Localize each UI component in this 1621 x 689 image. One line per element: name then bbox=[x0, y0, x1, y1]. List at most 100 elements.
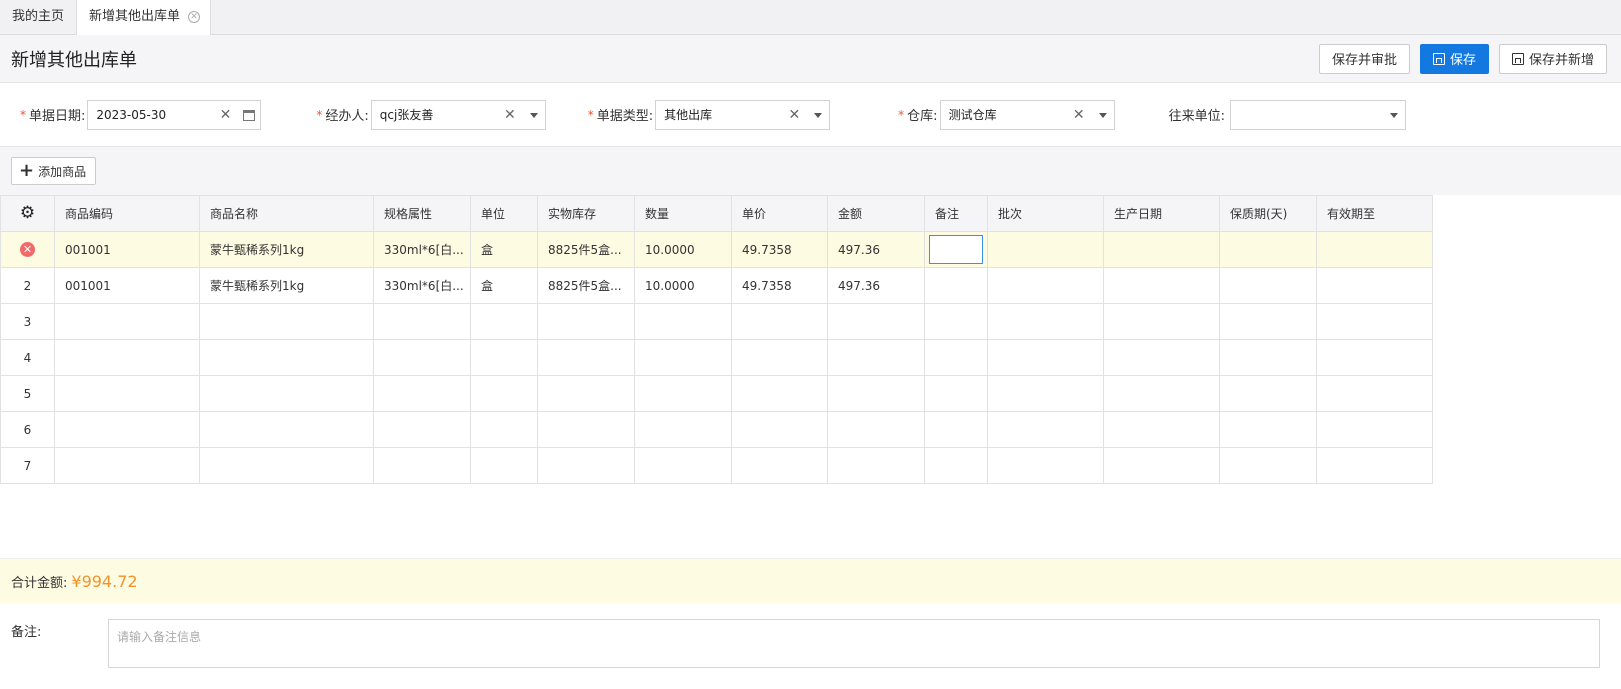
cell-unit[interactable] bbox=[470, 375, 538, 412]
cell-spec[interactable]: 330ml*6[白... bbox=[373, 267, 471, 304]
chevron-down-icon[interactable] bbox=[529, 112, 538, 118]
cell-remark[interactable] bbox=[924, 375, 988, 412]
chevron-down-icon[interactable] bbox=[1098, 112, 1107, 118]
chevron-down-icon[interactable] bbox=[1389, 112, 1398, 118]
cell-name[interactable] bbox=[199, 303, 374, 340]
cell-amount[interactable] bbox=[827, 411, 925, 448]
cell-price[interactable] bbox=[731, 339, 828, 376]
cell-batch[interactable] bbox=[987, 267, 1104, 304]
date-input[interactable]: 2023-05-30 ✕ bbox=[87, 99, 262, 130]
cell-shelf-life[interactable] bbox=[1219, 447, 1317, 484]
clear-icon[interactable]: ✕ bbox=[504, 107, 516, 123]
cell-expiry[interactable] bbox=[1316, 303, 1433, 340]
cell-unit[interactable] bbox=[470, 447, 538, 484]
cell-unit[interactable]: 盒 bbox=[470, 231, 538, 268]
cell-price[interactable]: 49.7358 bbox=[731, 267, 828, 304]
cell-price[interactable] bbox=[731, 447, 828, 484]
cell-batch[interactable] bbox=[987, 375, 1104, 412]
clear-icon[interactable]: ✕ bbox=[788, 107, 800, 123]
cell-mfg-date[interactable] bbox=[1103, 447, 1220, 484]
cell-price[interactable] bbox=[731, 375, 828, 412]
cell-expiry[interactable] bbox=[1316, 411, 1433, 448]
tab-new-other-outbound[interactable]: 新增其他出库单 ✕ bbox=[76, 0, 212, 35]
cell-code[interactable] bbox=[54, 447, 200, 484]
cell-amount[interactable] bbox=[827, 303, 925, 340]
cell-name[interactable]: 蒙牛甄稀系列1kg bbox=[199, 231, 374, 268]
cell-mfg-date[interactable] bbox=[1103, 303, 1220, 340]
cell-qty[interactable]: 10.0000 bbox=[634, 231, 732, 268]
cell-batch[interactable] bbox=[987, 303, 1104, 340]
cell-unit[interactable]: 盒 bbox=[470, 267, 538, 304]
cell-amount[interactable]: 497.36 bbox=[827, 231, 925, 268]
cell-code[interactable] bbox=[54, 303, 200, 340]
table-row[interactable]: 2 001001 蒙牛甄稀系列1kg 330ml*6[白... 盒 8825件5… bbox=[0, 267, 1433, 304]
remark-textarea[interactable] bbox=[108, 619, 1600, 668]
cell-expiry[interactable] bbox=[1316, 231, 1433, 268]
cell-shelf-life[interactable] bbox=[1219, 303, 1317, 340]
save-and-new-button[interactable]: 保存并新增 bbox=[1498, 43, 1607, 74]
cell-spec[interactable] bbox=[373, 447, 471, 484]
add-goods-button[interactable]: + 添加商品 bbox=[11, 157, 97, 185]
cell-batch[interactable] bbox=[987, 447, 1104, 484]
cell-qty[interactable] bbox=[634, 375, 732, 412]
gear-icon[interactable]: ⚙ bbox=[20, 205, 35, 222]
cell-amount[interactable] bbox=[827, 339, 925, 376]
cell-spec[interactable] bbox=[373, 339, 471, 376]
cell-batch[interactable] bbox=[987, 411, 1104, 448]
cell-mfg-date[interactable] bbox=[1103, 375, 1220, 412]
row-delete-cell[interactable]: ✕ bbox=[0, 231, 55, 268]
cell-expiry[interactable] bbox=[1316, 267, 1433, 304]
clear-icon[interactable]: ✕ bbox=[220, 107, 232, 123]
table-row[interactable]: 3 bbox=[0, 303, 1433, 340]
save-button[interactable]: 保存 bbox=[1419, 43, 1489, 74]
cell-expiry[interactable] bbox=[1316, 447, 1433, 484]
clear-icon[interactable]: ✕ bbox=[1073, 107, 1085, 123]
cell-price[interactable] bbox=[731, 303, 828, 340]
tab-home[interactable]: 我的主页 bbox=[0, 0, 76, 34]
cell-mfg-date[interactable] bbox=[1103, 411, 1220, 448]
table-row[interactable]: 5 bbox=[0, 375, 1433, 412]
cell-code[interactable] bbox=[54, 339, 200, 376]
cell-remark[interactable] bbox=[924, 447, 988, 484]
save-and-approve-button[interactable]: 保存并审批 bbox=[1318, 43, 1410, 74]
cell-remark[interactable] bbox=[924, 267, 988, 304]
doc-type-select[interactable]: 其他出库 ✕ bbox=[655, 99, 831, 130]
cell-spec[interactable] bbox=[373, 303, 471, 340]
cell-amount[interactable]: 497.36 bbox=[827, 267, 925, 304]
cell-mfg-date[interactable] bbox=[1103, 339, 1220, 376]
cell-qty[interactable] bbox=[634, 447, 732, 484]
cell-qty[interactable] bbox=[634, 411, 732, 448]
cell-shelf-life[interactable] bbox=[1219, 411, 1317, 448]
handler-select[interactable]: qcj张友善 ✕ bbox=[370, 99, 546, 130]
cell-code[interactable]: 001001 bbox=[54, 231, 200, 268]
cell-name[interactable] bbox=[199, 411, 374, 448]
cell-batch[interactable] bbox=[987, 339, 1104, 376]
table-row[interactable]: ✕ 001001 蒙牛甄稀系列1kg 330ml*6[白... 盒 8825件5… bbox=[0, 231, 1433, 268]
cell-shelf-life[interactable] bbox=[1219, 231, 1317, 268]
cell-expiry[interactable] bbox=[1316, 375, 1433, 412]
warehouse-select[interactable]: 测试仓库 ✕ bbox=[939, 99, 1115, 130]
cell-code[interactable] bbox=[54, 411, 200, 448]
cell-name[interactable] bbox=[199, 375, 374, 412]
cell-mfg-date[interactable] bbox=[1103, 231, 1220, 268]
cell-name[interactable] bbox=[199, 339, 374, 376]
cell-remark[interactable] bbox=[924, 303, 988, 340]
cell-spec[interactable]: 330ml*6[白... bbox=[373, 231, 471, 268]
table-row[interactable]: 4 bbox=[0, 339, 1433, 376]
cell-name[interactable]: 蒙牛甄稀系列1kg bbox=[199, 267, 374, 304]
cell-remark[interactable] bbox=[924, 231, 988, 268]
cell-spec[interactable] bbox=[373, 411, 471, 448]
cell-qty[interactable] bbox=[634, 339, 732, 376]
cell-mfg-date[interactable] bbox=[1103, 267, 1220, 304]
cell-shelf-life[interactable] bbox=[1219, 267, 1317, 304]
cell-shelf-life[interactable] bbox=[1219, 339, 1317, 376]
cell-expiry[interactable] bbox=[1316, 339, 1433, 376]
column-settings[interactable]: ⚙ bbox=[0, 195, 55, 232]
cell-shelf-life[interactable] bbox=[1219, 375, 1317, 412]
chevron-down-icon[interactable] bbox=[814, 112, 823, 118]
cell-unit[interactable] bbox=[470, 339, 538, 376]
cell-remark[interactable] bbox=[924, 339, 988, 376]
delete-row-icon[interactable]: ✕ bbox=[20, 242, 35, 257]
cell-code[interactable]: 001001 bbox=[54, 267, 200, 304]
cell-remark[interactable] bbox=[924, 411, 988, 448]
